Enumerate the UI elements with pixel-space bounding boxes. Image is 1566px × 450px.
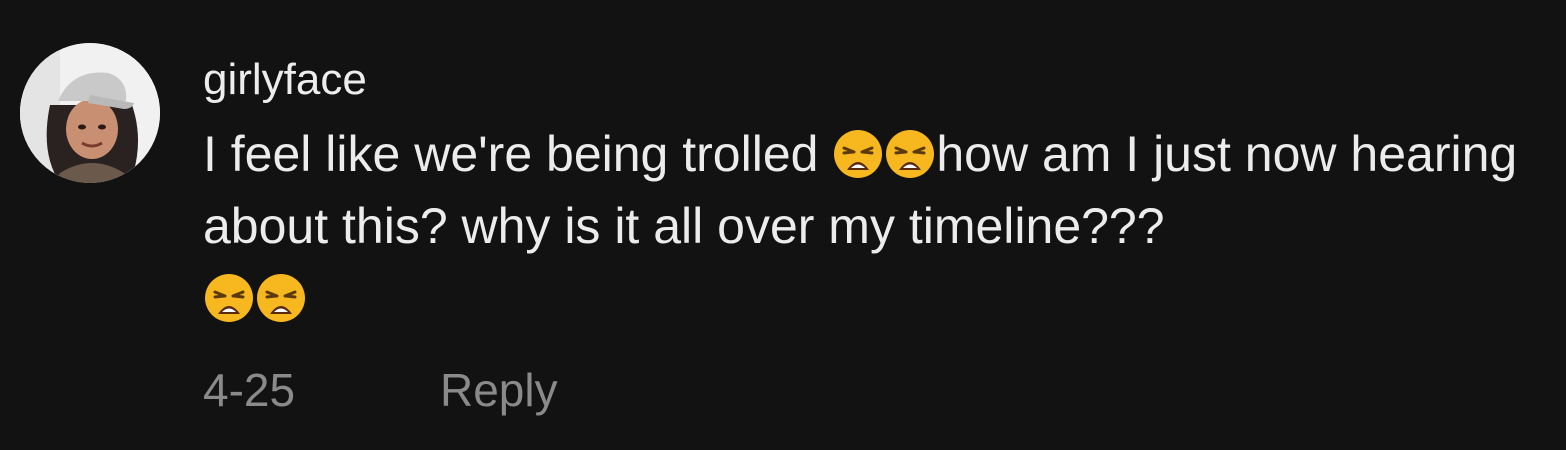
weary-face-icon [884, 128, 936, 180]
comment-text: I feel like we're being trolled how am I… [203, 118, 1543, 334]
weary-face-icon [255, 272, 307, 324]
weary-face-icon [203, 272, 255, 324]
avatar[interactable] [20, 43, 160, 183]
avatar-photo [20, 43, 160, 183]
comment-meta: 4-25 Reply [203, 362, 558, 418]
weary-face-icon [832, 128, 884, 180]
comment-text-part: I feel like we're being trolled [203, 126, 833, 182]
comment-item: girlyface I feel like we're being trolle… [0, 0, 1566, 450]
reply-button[interactable]: Reply [440, 362, 558, 418]
comment-date: 4-25 [203, 364, 296, 416]
username[interactable]: girlyface [203, 56, 367, 104]
